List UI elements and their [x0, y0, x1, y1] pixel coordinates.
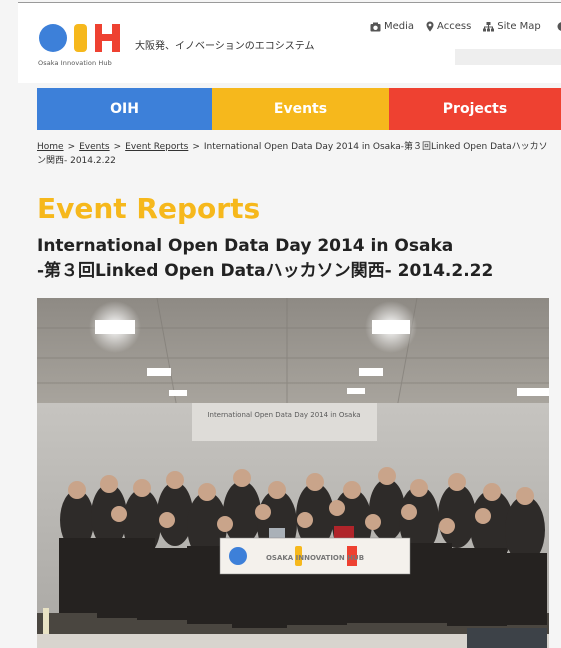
- nav-tab-oih[interactable]: OIH: [37, 88, 212, 130]
- camera-icon: [370, 22, 381, 31]
- breadcrumb-events[interactable]: Events: [79, 142, 109, 152]
- nav-tab-events[interactable]: Events: [212, 88, 389, 130]
- breadcrumb-separator: >: [192, 142, 200, 152]
- page-title-line1: International Open Data Day 2014 in Osak…: [37, 236, 454, 256]
- site-header: Osaka Innovation Hub 大阪発、イノベーションのエコシステム …: [18, 2, 561, 83]
- media-link-label: Media: [384, 21, 415, 32]
- access-link[interactable]: Access: [426, 21, 471, 32]
- page-title-line2: -第３回Linked Open Dataハッカソン関西- 2014.2.22: [37, 261, 494, 281]
- section-title: Event Reports: [37, 192, 261, 225]
- group-photo-image: International Open Data Day 2014 in Osak…: [37, 298, 549, 648]
- breadcrumb-event-reports[interactable]: Event Reports: [125, 142, 188, 152]
- photo-banner-text: International Open Data Day 2014 in Osak…: [207, 411, 360, 419]
- sitemap-link[interactable]: Site Map: [483, 21, 541, 32]
- page-title: International Open Data Day 2014 in Osak…: [37, 234, 557, 284]
- site-tagline: 大阪発、イノベーションのエコシステム: [135, 41, 315, 52]
- sitemap-icon: [483, 21, 495, 31]
- site-logo[interactable]: Osaka Innovation Hub: [38, 23, 133, 73]
- language-icon[interactable]: [556, 21, 561, 32]
- map-pin-icon: [426, 21, 434, 32]
- access-link-label: Access: [437, 21, 472, 32]
- nav-tab-projects[interactable]: Projects: [389, 88, 561, 130]
- photo-sign-text: OSAKA INNOVATION HUB: [266, 554, 364, 562]
- main-nav: OIH Events Projects: [37, 88, 561, 130]
- event-photo: International Open Data Day 2014 in Osak…: [37, 298, 549, 648]
- breadcrumb-home[interactable]: Home: [37, 142, 64, 152]
- media-link[interactable]: Media: [370, 21, 414, 32]
- breadcrumb: Home > Events > Event Reports > International …: [37, 140, 552, 168]
- sitemap-link-label: Site Map: [497, 21, 541, 32]
- breadcrumb-separator: >: [113, 142, 122, 152]
- search-input[interactable]: [455, 49, 561, 65]
- breadcrumb-separator: >: [67, 142, 76, 152]
- logo-text: Osaka Innovation Hub: [38, 59, 112, 67]
- utility-links: Media Access Site Map: [370, 21, 541, 32]
- oih-logo-mark: [39, 24, 120, 52]
